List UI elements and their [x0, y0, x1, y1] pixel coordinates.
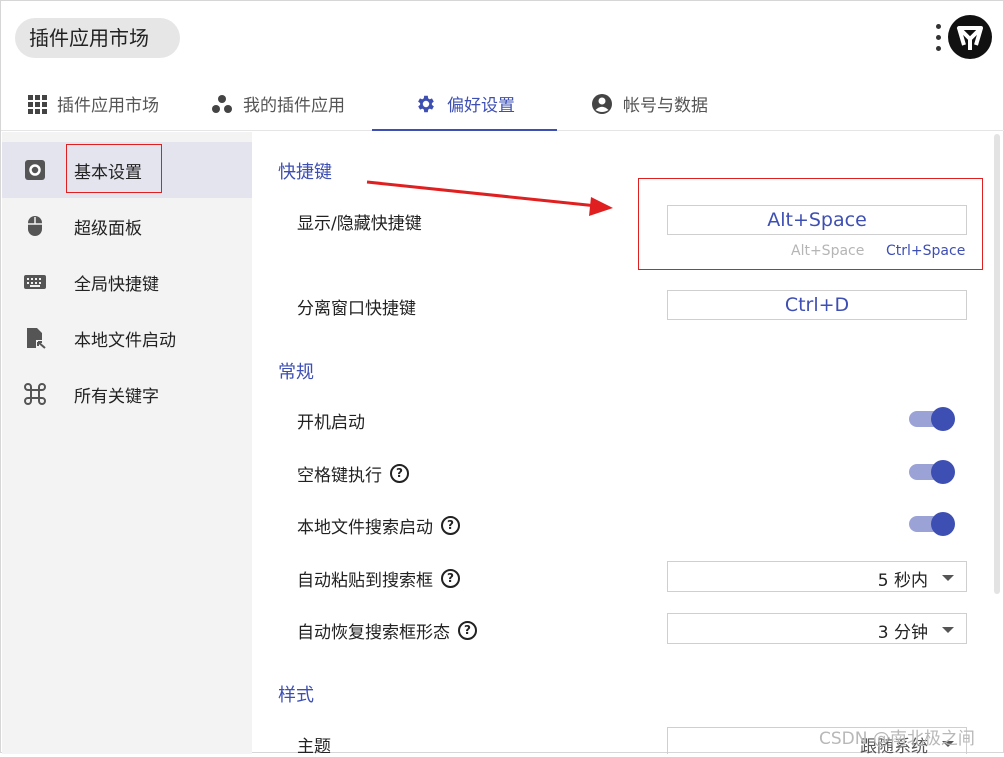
app-window: 插件应用市场 插件应用市场 我的插件应用 偏好设置 帐号与数据 基本设置 超级面… [0, 0, 1004, 757]
annotation-arrow [366, 180, 613, 216]
